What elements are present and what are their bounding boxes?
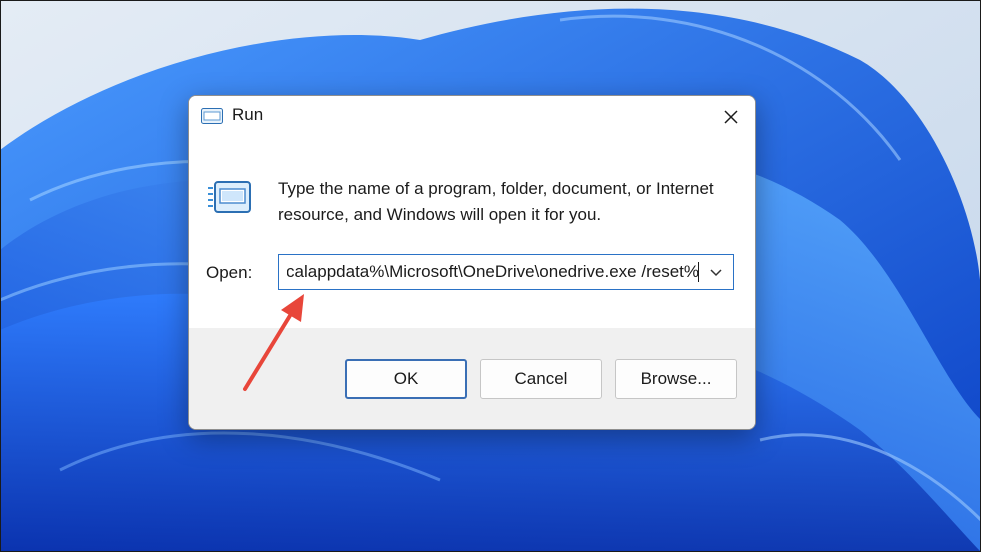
chevron-down-icon [710,269,722,277]
open-combobox[interactable] [278,254,734,290]
close-icon [724,110,738,124]
open-input[interactable] [279,255,699,289]
dialog-description: Type the name of a program, folder, docu… [278,179,714,224]
close-button[interactable] [707,96,755,138]
open-label: Open: [206,263,253,282]
run-icon [201,108,223,124]
open-dropdown-button[interactable] [699,255,733,289]
run-dialog: Run Type the name of a program, folder, … [188,95,756,430]
dialog-footer: OK Cancel Browse... [189,328,755,429]
run-icon [208,181,251,213]
dialog-title: Run [232,105,264,124]
dialog-body: Type the name of a program, folder, docu… [189,138,755,328]
cancel-button[interactable]: Cancel [480,359,602,399]
browse-button[interactable]: Browse... [615,359,737,399]
ok-button[interactable]: OK [345,359,467,399]
title-bar: Run [189,96,755,138]
